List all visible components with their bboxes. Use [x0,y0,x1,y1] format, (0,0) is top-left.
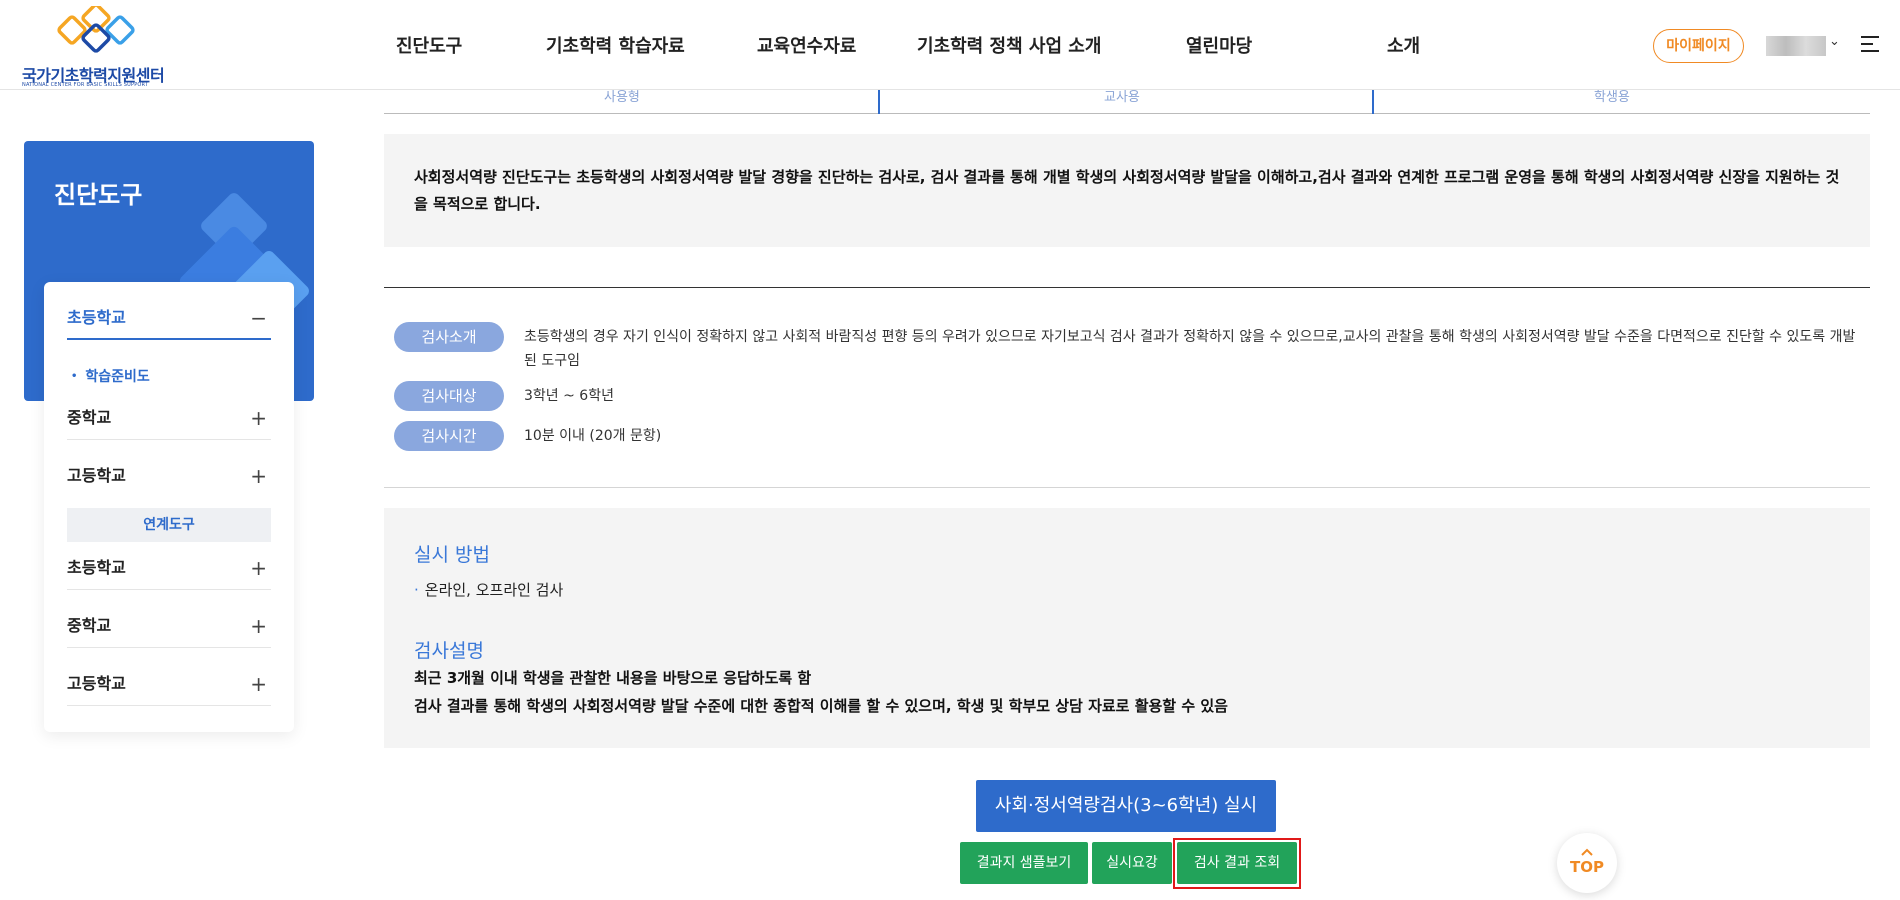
user-name-blurred[interactable] [1766,36,1826,56]
info-label-badge: 검사소개 [394,322,504,352]
minus-icon: − [250,306,267,330]
nav-item-training-materials[interactable]: 교육연수자료 [757,32,856,58]
sidebar-menu: 초등학교 − 학습준비도 중학교 + 고등학교 + 연계도구 초등학교 + 중학… [44,282,294,732]
mypage-button[interactable]: 마이페이지 [1653,29,1744,63]
logo-subtitle: NATIONAL CENTER FOR BASIC SKILLS SUPPORT [22,82,149,88]
sidebar-subitem-readiness[interactable]: 학습준비도 [71,366,149,386]
plus-icon: + [250,614,267,638]
divider [384,487,1870,488]
method-bullet-text: 온라인, 오프라인 검사 [424,581,564,599]
nav-item-policy[interactable]: 기초학력 정책 사업 소개 [917,32,1101,58]
tab-divider [1372,90,1374,114]
start-test-button[interactable]: 사회·정서역량검사(3~6학년) 실시 [976,780,1276,832]
sidebar-item-middle-linked[interactable]: 중학교 + [67,604,271,648]
logo-mark-icon [57,6,135,53]
info-label-badge: 검사대상 [394,381,504,411]
divider [384,287,1870,288]
intro-description: 사회정서역량 진단도구는 초등학생의 사회정서역량 발달 경향을 진단하는 검사… [384,134,1870,247]
tab-divider [878,90,880,114]
method-title: 실시 방법 [414,544,490,566]
info-text: 초등학생의 경우 자기 인식이 정확하지 않고 사회적 바람직성 편향 등의 우… [524,329,1856,369]
scroll-top-label: TOP [1570,858,1604,876]
bullet-dot-icon: · [414,581,419,599]
sidebar-group-linked-tools: 연계도구 [67,508,271,542]
sidebar-item-high[interactable]: 고등학교 + [67,454,271,498]
sidebar-item-label: 고등학교 [67,674,126,693]
chevron-up-icon [1581,848,1593,856]
sidebar-item-label: 중학교 [67,616,112,635]
description-line: 최근 3개월 이내 학생을 관찰한 내용을 바탕으로 응답하도록 함 [414,669,812,687]
sidebar-title: 진단도구 [54,181,143,209]
sidebar-item-elementary[interactable]: 초등학교 − [67,296,271,340]
info-label-badge: 검사시간 [394,421,504,451]
nav-item-open-forum[interactable]: 열린마당 [1186,32,1252,58]
description-title: 검사설명 [414,640,484,662]
info-text: 3학년 ~ 6학년 [524,388,614,404]
info-text: 10분 이내 (20개 문항) [524,428,662,444]
guide-button[interactable]: 실시요강 [1092,842,1172,884]
plus-icon: + [250,464,267,488]
plus-icon: + [250,556,267,580]
chevron-down-icon[interactable]: ⌄ [1829,34,1840,49]
site-logo[interactable]: 국가기초학력지원센터 NATIONAL CENTER FOR BASIC SKI… [22,6,172,88]
hamburger-menu-icon[interactable] [1861,36,1879,52]
method-bullet: · 온라인, 오프라인 검사 [414,579,563,600]
nav-item-about[interactable]: 소개 [1387,32,1420,58]
plus-icon: + [250,672,267,696]
scroll-top-button[interactable]: TOP [1557,833,1617,893]
nav-item-diagnosis[interactable]: 진단도구 [396,32,462,58]
sidebar-item-label: 중학교 [67,408,112,427]
description-line: 검사 결과를 통해 학생의 사회정서역량 발달 수준에 대한 종합적 이해를 할… [414,697,1228,715]
sidebar-item-label: 초등학교 [67,558,126,577]
method-section: 실시 방법 · 온라인, 오프라인 검사 검사설명 최근 3개월 이내 학생을 관… [384,508,1870,748]
sidebar-item-high-linked[interactable]: 고등학교 + [67,662,271,706]
tab-bar: 사용형 교사용 학생용 [384,90,1870,114]
plus-icon: + [250,406,267,430]
sidebar-item-middle[interactable]: 중학교 + [67,396,271,440]
site-header: 국가기초학력지원센터 NATIONAL CENTER FOR BASIC SKI… [0,0,1900,90]
nav-item-learning-materials[interactable]: 기초학력 학습자료 [546,32,685,58]
result-lookup-button[interactable]: 검사 결과 조회 [1177,842,1297,884]
sidebar-item-label: 초등학교 [67,308,126,327]
sample-result-button[interactable]: 결과지 샘플보기 [960,842,1088,884]
sidebar-item-label: 고등학교 [67,466,126,485]
sidebar-item-elementary-linked[interactable]: 초등학교 + [67,546,271,590]
